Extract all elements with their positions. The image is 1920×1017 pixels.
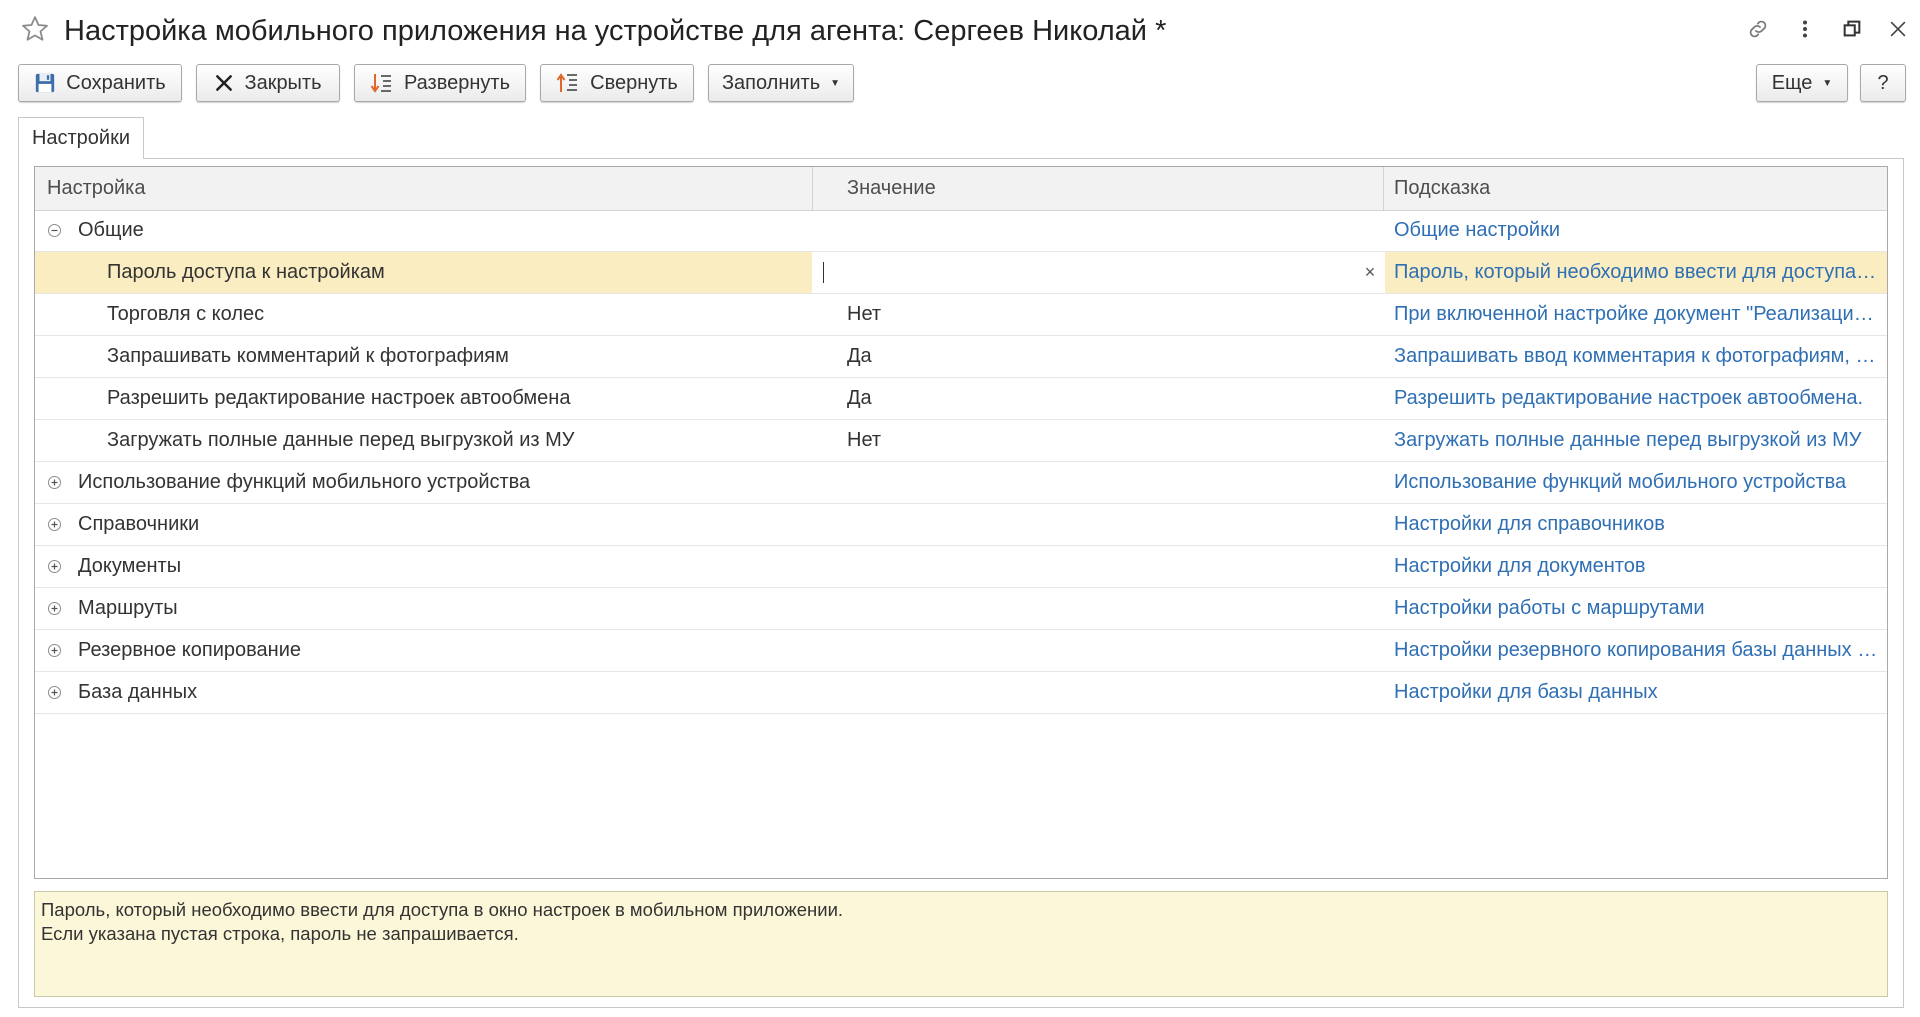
- table-row-autoexchange-edit[interactable]: Разрешить редактирование настроек автооб…: [35, 378, 1887, 420]
- table-header: Настройка Значение Подсказка: [35, 167, 1887, 211]
- collapse-toggle-icon[interactable]: [47, 223, 62, 238]
- setting-name: Резервное копирование: [78, 639, 302, 661]
- expand-toggle-icon[interactable]: [47, 559, 62, 574]
- setting-hint: Настройки для документов: [1394, 555, 1646, 577]
- help-label: ?: [1877, 71, 1889, 94]
- setting-hint: Настройки работы с маршрутами: [1394, 597, 1705, 619]
- collapse-tree-icon: [556, 73, 578, 92]
- fill-label: Заполнить: [721, 71, 821, 94]
- column-header-value[interactable]: Значение: [835, 167, 1382, 210]
- fill-dropdown-button[interactable]: Заполнить ▼: [708, 64, 854, 102]
- expand-toggle-icon[interactable]: [47, 643, 62, 658]
- expand-toggle-icon[interactable]: [47, 601, 62, 616]
- expand-toggle-icon[interactable]: [47, 475, 62, 490]
- setting-name: Маршруты: [78, 597, 178, 619]
- setting-hint: Разрешить редактирование настроек автооб…: [1394, 387, 1864, 409]
- setting-hint: Загружать полные данные перед выгрузкой …: [1394, 429, 1862, 451]
- table-row-full-data-load[interactable]: Загружать полные данные перед выгрузкой …: [35, 420, 1887, 462]
- save-icon: [36, 73, 55, 93]
- setting-hint: При включенной настройке документ "Реали…: [1394, 303, 1879, 325]
- column-header-setting[interactable]: Настройка: [35, 167, 812, 210]
- more-dropdown-button[interactable]: Еще ▼: [1756, 64, 1848, 102]
- save-button[interactable]: Сохранить: [18, 64, 182, 102]
- expand-label: Развернуть: [403, 71, 510, 94]
- expand-tree-icon: [370, 74, 391, 93]
- column-header-hint[interactable]: Подсказка: [1382, 167, 1887, 210]
- table-row-group-catalogs[interactable]: Справочники Настройки для справочников: [35, 504, 1887, 546]
- setting-name: Справочники: [78, 513, 200, 535]
- description-line-1: Пароль, который необходимо ввести для до…: [41, 899, 844, 920]
- chevron-down-icon: ▼: [830, 77, 841, 89]
- setting-hint: Настройки для базы данных: [1394, 681, 1658, 703]
- setting-name: База данных: [78, 681, 198, 703]
- setting-hint: Настройки резервного копирования базы да…: [1394, 639, 1879, 661]
- restore-window-icon[interactable]: [1839, 16, 1865, 42]
- setting-value[interactable]: Нет: [847, 420, 881, 461]
- favorite-star-icon[interactable]: [20, 14, 50, 44]
- collapse-button[interactable]: Свернуть: [540, 64, 694, 102]
- setting-hint: Настройки для справочников: [1394, 513, 1665, 535]
- setting-name: Пароль доступа к настройкам: [107, 261, 385, 283]
- tab-settings[interactable]: Настройки: [18, 117, 144, 159]
- close-label: Закрыть: [244, 71, 322, 94]
- help-button[interactable]: ?: [1860, 64, 1906, 102]
- expand-toggle-icon[interactable]: [47, 685, 62, 700]
- table-row-group-routes[interactable]: Маршруты Настройки работы с маршрутами: [35, 588, 1887, 630]
- password-value-input[interactable]: [812, 252, 1384, 293]
- more-vertical-icon[interactable]: [1792, 16, 1818, 42]
- setting-name: Разрешить редактирование настроек автооб…: [107, 387, 571, 409]
- table-row-van-selling[interactable]: Торговля с колес Нет При включенной наст…: [35, 294, 1887, 336]
- expand-button[interactable]: Развернуть: [354, 64, 526, 102]
- text-cursor: [823, 262, 824, 283]
- setting-value[interactable]: Да: [847, 378, 872, 419]
- setting-name: Загружать полные данные перед выгрузкой …: [107, 429, 575, 451]
- save-label: Сохранить: [66, 71, 166, 94]
- setting-hint: Запрашивать ввод комментария к фотографи…: [1394, 345, 1879, 367]
- table-row-photo-comment[interactable]: Запрашивать комментарий к фотографиям Да…: [35, 336, 1887, 378]
- table-row-group-backup[interactable]: Резервное копирование Настройки резервно…: [35, 630, 1887, 672]
- table-row-group-documents[interactable]: Документы Настройки для документов: [35, 546, 1887, 588]
- expand-toggle-icon[interactable]: [47, 517, 62, 532]
- setting-name: Документы: [78, 555, 182, 577]
- close-icon: [216, 75, 233, 91]
- setting-hint: Использование функций мобильного устройс…: [1394, 471, 1847, 493]
- collapse-label: Свернуть: [590, 71, 678, 94]
- close-window-icon[interactable]: [1885, 16, 1911, 42]
- settings-table: Настройка Значение Подсказка Общие Общие…: [34, 166, 1888, 879]
- link-icon[interactable]: [1745, 16, 1771, 42]
- setting-name: Общие: [78, 219, 144, 241]
- table-row-group-device-functions[interactable]: Использование функций мобильного устройс…: [35, 462, 1887, 504]
- setting-name: Торговля с колес: [107, 303, 265, 325]
- setting-hint: Общие настройки: [1394, 219, 1560, 241]
- setting-value[interactable]: Нет: [847, 294, 881, 335]
- setting-hint: Пароль, который необходимо ввести для до…: [1394, 261, 1879, 283]
- setting-name: Использование функций мобильного устройс…: [78, 471, 531, 493]
- clear-value-icon[interactable]: ×: [1355, 252, 1385, 293]
- table-row-group-general[interactable]: Общие Общие настройки: [35, 210, 1887, 252]
- chevron-down-icon: ▼: [1822, 77, 1833, 89]
- tab-settings-label: Настройки: [31, 127, 131, 149]
- description-line-2: Если указана пустая строка, пароль не за…: [41, 923, 519, 944]
- setting-description-panel: Пароль, который необходимо ввести для до…: [34, 891, 1888, 997]
- table-row-group-database[interactable]: База данных Настройки для базы данных: [35, 672, 1887, 714]
- table-row-password[interactable]: Пароль доступа к настройкам × Пароль, ко…: [35, 252, 1887, 294]
- setting-name: Запрашивать комментарий к фотографиям: [107, 345, 509, 367]
- more-label: Еще: [1771, 71, 1813, 94]
- setting-value[interactable]: Да: [847, 336, 872, 377]
- window-title: Настройка мобильного приложения на устро…: [64, 15, 1167, 47]
- close-button[interactable]: Закрыть: [196, 64, 340, 102]
